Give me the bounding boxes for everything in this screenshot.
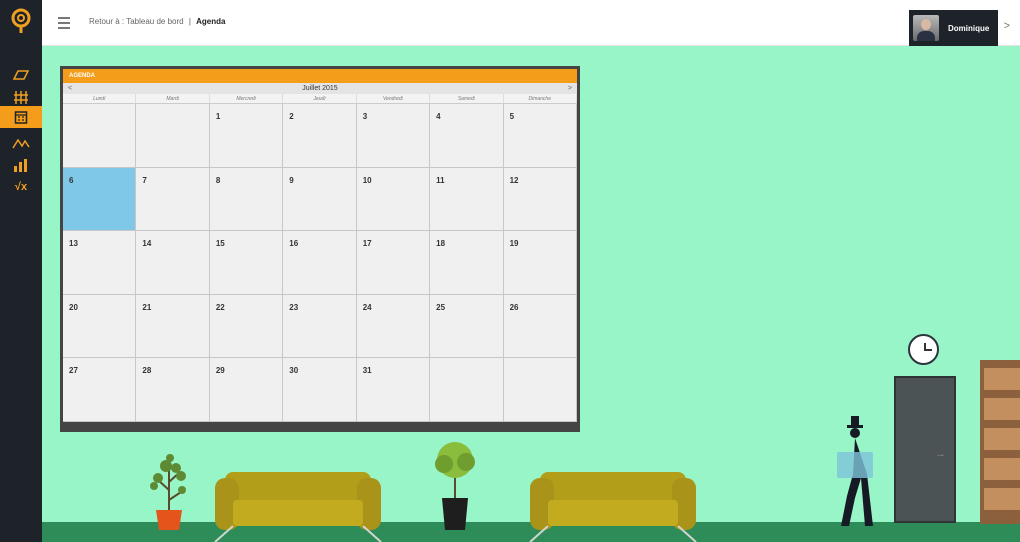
weekday-label: Mercredi [210,94,284,103]
calendar-day-cell[interactable]: 2 [283,104,357,168]
calendar-day-cell[interactable]: 6 [63,167,137,231]
next-month-button[interactable]: > [568,83,572,94]
couch-decoration [214,472,382,542]
user-menu[interactable]: Dominique [909,10,998,46]
door-handle-icon: → [935,448,946,460]
weekday-label: Vendredi [357,94,431,103]
avatar [913,15,939,41]
weekday-label: Lundi [63,94,137,103]
calendar-empty-cell [503,358,577,422]
bookshelf-decoration [980,360,1020,524]
calendar-day-cell[interactable]: 3 [356,104,431,168]
weekday-header: Lundi Mardi Mercredi Jeudi Vendredi Same… [63,94,577,104]
weekday-label: Jeudi [283,94,357,103]
breadcrumb-separator: | [188,17,191,26]
calendar-day-cell[interactable]: 9 [283,167,357,231]
calendar-day-cell[interactable]: 28 [136,358,210,422]
month-navigator: < Juillet 2015 > [63,83,577,94]
calendar-day-cell[interactable]: 16 [283,231,357,295]
breadcrumb: Retour à : Tableau de bord | Agenda [89,17,225,26]
calendar-day-cell[interactable]: 12 [503,167,577,231]
calendar-day-cell[interactable]: 27 [63,358,137,422]
plant-decoration [435,442,475,530]
book-icon[interactable] [0,64,42,86]
calendar-day-cell[interactable]: 20 [63,294,137,358]
clock-decoration [908,334,939,365]
calendar-day-cell[interactable]: 31 [356,358,431,422]
calendar-icon[interactable] [0,106,42,128]
calendar-day-cell[interactable]: 14 [136,231,210,295]
calendar-day-cell[interactable]: 25 [430,294,504,358]
logo-icon[interactable] [0,0,42,42]
chevron-right-icon[interactable]: > [1004,20,1010,32]
couch-decoration [529,472,697,542]
calendar-day-cell[interactable]: 29 [209,358,284,422]
sqrt-icon[interactable]: √x [0,176,42,198]
topbar: Retour à : Tableau de bord | Agenda Domi… [42,0,1020,46]
plant-decoration [150,454,186,530]
month-title: Juillet 2015 [302,85,338,92]
calendar-empty-cell [430,358,504,422]
calendar-day-cell[interactable]: 21 [136,294,210,358]
calendar-day-cell[interactable]: 5 [503,104,577,168]
weekday-label: Dimanche [504,94,577,103]
calendar-day-cell[interactable]: 8 [209,167,284,231]
line-chart-icon[interactable] [0,132,42,154]
calendar-empty-cell [136,104,210,168]
calendar-day-cell[interactable]: 1 [209,104,284,168]
character-decoration [837,416,873,526]
agenda-panel: AGENDA < Juillet 2015 > Lundi Mardi Merc… [60,66,580,432]
bar-chart-icon[interactable] [0,154,42,176]
calendar-day-cell[interactable]: 22 [209,294,284,358]
agenda-header: AGENDA [63,69,577,83]
calendar-day-cell[interactable]: 24 [356,294,431,358]
calendar-day-cell[interactable]: 23 [283,294,357,358]
door-decoration: → [894,376,956,523]
weekday-label: Mardi [136,94,210,103]
calendar-day-cell[interactable]: 11 [430,167,504,231]
breadcrumb-current: Agenda [196,17,226,26]
sqrt-glyph: √x [14,181,28,193]
calendar-day-cell[interactable]: 10 [356,167,431,231]
calendar-day-cell[interactable]: 18 [430,231,504,295]
weekday-label: Samedi [430,94,504,103]
calendar-day-cell[interactable]: 19 [503,231,577,295]
prev-month-button[interactable]: < [68,83,72,94]
calendar-grid: 1 2 3 4 5 6 7 8 9 10 11 12 13 14 15 16 17 18 19 20 21 22 23 24 2… [63,104,577,422]
sidebar: √x [0,0,42,542]
calendar-empty-cell [63,104,137,168]
calendar-day-cell[interactable]: 7 [136,167,210,231]
hamburger-menu-icon[interactable] [50,9,78,37]
calendar-day-cell[interactable]: 15 [209,231,284,295]
calendar-day-cell[interactable]: 30 [283,358,357,422]
calendar-day-cell[interactable]: 17 [356,231,431,295]
breadcrumb-back-link[interactable]: Retour à : Tableau de bord [89,17,184,26]
calendar-day-cell[interactable]: 13 [63,231,137,295]
fence-icon[interactable] [0,86,42,108]
calendar-day-cell[interactable]: 4 [430,104,504,168]
calendar-day-cell[interactable]: 26 [503,294,577,358]
user-name: Dominique [948,23,990,33]
